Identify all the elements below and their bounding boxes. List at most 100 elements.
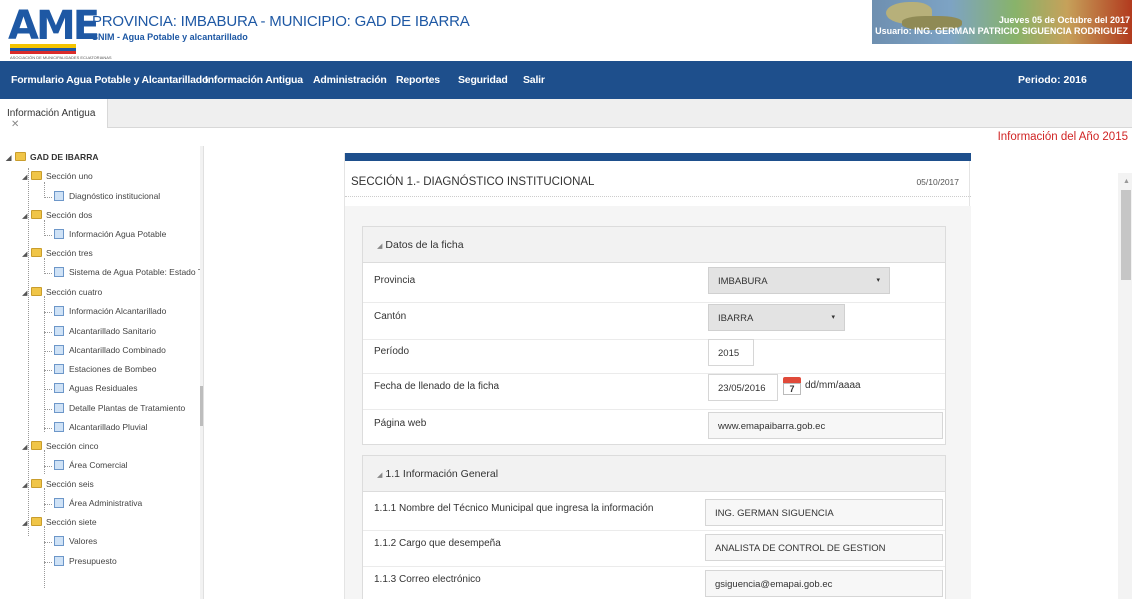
page-subtitle: SNIM - Agua Potable y alcantarillado — [92, 32, 248, 42]
main-nav: Formulario Agua Potable y Alcantarillado… — [0, 61, 1132, 99]
tree-node-seccion-seis[interactable]: ◢ Sección seis — [22, 477, 94, 491]
sidebar-tree: ◢ GAD DE IBARRA ◢ Sección uno Diagnóstico … — [0, 146, 204, 599]
folder-icon — [31, 287, 42, 296]
logo-text: AME — [8, 3, 100, 49]
collapse-icon[interactable]: ◢ — [22, 210, 31, 224]
fecha-field[interactable]: 23/05/2016 — [708, 374, 778, 401]
tree-root-gad-ibarra[interactable]: ◢ GAD DE IBARRA — [6, 150, 98, 164]
close-icon[interactable]: ✕ — [11, 119, 19, 130]
collapse-icon[interactable]: ◢ — [22, 171, 31, 185]
tree-node-seccion-siete[interactable]: ◢ Sección siete — [22, 515, 97, 529]
document-icon — [54, 536, 64, 546]
tree-leaf-alcantarillado-combinado[interactable]: Alcantarillado Combinado — [54, 343, 166, 357]
tecnico-field[interactable]: ING. GERMAN SIGUENCIA — [705, 499, 943, 526]
tecnico-label: 1.1.1 Nombre del Técnico Municipal que i… — [374, 503, 654, 514]
document-icon — [54, 191, 64, 201]
tree-leaf-area-administrativa[interactable]: Área Administrativa — [54, 496, 142, 510]
canton-select[interactable]: IBARRA ▾ — [708, 304, 845, 331]
nav-seguridad[interactable]: Seguridad — [458, 74, 508, 86]
canton-label: Cantón — [374, 311, 407, 322]
document-icon — [54, 364, 64, 374]
datos-ficha-header[interactable]: ◢ Datos de la ficha — [363, 227, 945, 263]
caret-down-icon: ▾ — [876, 277, 880, 284]
nav-formulario[interactable]: Formulario Agua Potable y Alcantarillado — [11, 74, 208, 86]
ame-logo: AME ASOCIACIÓN DE MUNICIPALIDADES ECUATO… — [4, 3, 112, 60]
document-icon — [54, 229, 64, 239]
tab-strip: Información Antigua ✕ — [0, 99, 1132, 130]
folder-icon — [15, 152, 26, 161]
collapse-icon: ◢ — [377, 243, 383, 250]
tree-leaf-estaciones-bombeo[interactable]: Estaciones de Bombeo — [54, 362, 156, 376]
sidebar-scroll-thumb[interactable] — [200, 386, 203, 426]
datos-ficha-panel: ◢ Datos de la ficha Provincia IMBABURA ▾ C… — [362, 226, 946, 445]
tree-leaf-alcantarillado-pluvial[interactable]: Alcantarillado Pluvial — [54, 420, 147, 434]
period-label: Periodo: 2016 — [1018, 74, 1087, 86]
tab-informacion-antigua[interactable]: Información Antigua ✕ — [0, 99, 108, 130]
periodo-field[interactable]: 2015 — [708, 339, 754, 366]
tree-node-seccion-uno[interactable]: ◢ Sección uno — [22, 169, 93, 183]
collapse-icon[interactable]: ◢ — [22, 287, 31, 301]
document-icon — [54, 345, 64, 355]
tree-leaf-aguas-residuales[interactable]: Aguas Residuales — [54, 381, 138, 395]
collapse-icon[interactable]: ◢ — [6, 152, 15, 166]
folder-icon — [31, 441, 42, 450]
cargo-field[interactable]: ANALISTA DE CONTROL DE GESTION — [705, 534, 943, 561]
document-icon — [54, 326, 64, 336]
card-content: ◢ Datos de la ficha Provincia IMBABURA ▾ C… — [345, 206, 971, 599]
correo-label: 1.1.3 Correo electrónico — [374, 574, 481, 585]
tree-leaf-sistema-agua[interactable]: Sistema de Agua Potable: Estado Técn — [54, 265, 203, 279]
tree-node-seccion-cinco[interactable]: ◢ Sección cinco — [22, 439, 98, 453]
section-card: SECCIÓN 1.- DIAGNÓSTICO INSTITUCIONAL 05… — [344, 153, 971, 599]
document-icon — [54, 498, 64, 508]
provincia-label: Provincia — [374, 275, 416, 286]
document-icon — [54, 460, 64, 470]
nav-salir[interactable]: Salir — [523, 74, 545, 86]
tree-leaf-info-alcantarillado[interactable]: Información Alcantarillado — [54, 304, 166, 318]
document-icon — [54, 422, 64, 432]
scroll-up-icon[interactable]: ▲ — [1123, 178, 1130, 185]
tree-leaf-plantas-tratamiento[interactable]: Detalle Plantas de Tratamiento — [54, 401, 185, 415]
main-scroll-thumb[interactable] — [1121, 190, 1131, 280]
document-icon — [54, 267, 64, 277]
tree-leaf-diagnostico[interactable]: Diagnóstico institucional — [54, 189, 160, 203]
tree-leaf-presupuesto[interactable]: Presupuesto — [54, 554, 117, 568]
informacion-general-panel: ◢ 1.1 Información General 1.1.1 Nombre de… — [362, 455, 946, 599]
caret-down-icon: ▾ — [831, 314, 835, 321]
nav-reportes[interactable]: Reportes — [396, 74, 440, 86]
folder-icon — [31, 171, 42, 180]
tree-leaf-area-comercial[interactable]: Área Comercial — [54, 458, 128, 472]
provincia-select[interactable]: IMBABURA ▾ — [708, 267, 890, 294]
page-title: PROVINCIA: IMBABURA - MUNICIPIO: GAD DE … — [92, 13, 470, 30]
tree-node-seccion-dos[interactable]: ◢ Sección dos — [22, 208, 92, 222]
document-icon — [54, 556, 64, 566]
logo-caption: ASOCIACIÓN DE MUNICIPALIDADES ECUATORIAN… — [10, 55, 112, 60]
tree-node-seccion-tres[interactable]: ◢ Sección tres — [22, 246, 93, 260]
current-date: Jueves 05 de Octubre del 2017 — [998, 15, 1130, 25]
folder-icon — [31, 210, 42, 219]
header-banner: Jueves 05 de Octubre del 2017 Usuario: I… — [872, 0, 1132, 44]
tree-leaf-valores[interactable]: Valores — [54, 534, 97, 548]
tree-leaf-alcantarillado-sanitario[interactable]: Alcantarillado Sanitario — [54, 324, 156, 338]
informacion-general-header[interactable]: ◢ 1.1 Información General — [363, 456, 945, 492]
folder-icon — [31, 479, 42, 488]
document-icon — [54, 403, 64, 413]
cargo-label: 1.1.2 Cargo que desempeña — [374, 538, 501, 549]
tree-leaf-info-agua-potable[interactable]: Información Agua Potable — [54, 227, 166, 241]
collapse-icon[interactable]: ◢ — [22, 248, 31, 262]
tree-node-seccion-cuatro[interactable]: ◢ Sección cuatro — [22, 285, 102, 299]
current-user: Usuario: ING. GERMAN PATRICIO SIGUENCIA … — [875, 26, 1128, 36]
pagina-web-label: Página web — [374, 418, 427, 429]
pagina-web-field[interactable]: www.emapaibarra.gob.ec — [708, 412, 943, 439]
collapse-icon[interactable]: ◢ — [22, 441, 31, 455]
document-icon — [54, 383, 64, 393]
collapse-icon[interactable]: ◢ — [22, 479, 31, 493]
calendar-icon[interactable]: 7 — [783, 377, 801, 395]
folder-icon — [31, 248, 42, 257]
correo-field[interactable]: gsiguencia@emapai.gob.ec — [705, 570, 943, 597]
folder-icon — [31, 517, 42, 526]
fecha-label: Fecha de llenado de la ficha — [374, 381, 500, 392]
sidebar-scrollbar[interactable] — [200, 146, 203, 599]
nav-administracion[interactable]: Administración — [313, 74, 387, 86]
collapse-icon[interactable]: ◢ — [22, 517, 31, 531]
nav-informacion-antigua[interactable]: Información Antigua — [205, 74, 303, 86]
